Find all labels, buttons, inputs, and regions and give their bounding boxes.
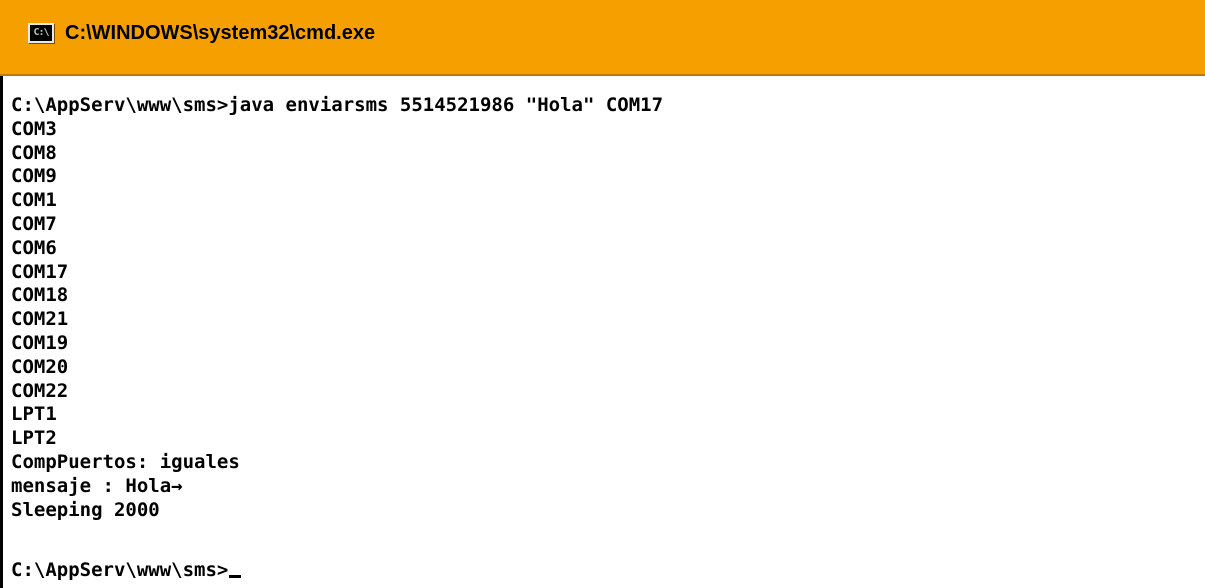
cmd-icon[interactable]: C:\ <box>28 23 54 43</box>
output-line: COM3 <box>11 117 57 140</box>
output-line: mensaje : Hola→ <box>11 474 183 497</box>
title-bar[interactable]: C:\ C:\WINDOWS\system32\cmd.exe <box>0 0 1205 76</box>
command-prompt[interactable]: C:\AppServ\www\sms> <box>11 558 242 582</box>
output-line: Sleeping 2000 <box>11 498 160 521</box>
output-line: COM1 <box>11 189 57 212</box>
output-line: COM20 <box>11 355 69 378</box>
output-line: CompPuertos: iguales <box>11 450 240 473</box>
output-line: COM8 <box>11 141 57 164</box>
cmd-window: C:\ C:\WINDOWS\system32\cmd.exe C:\AppSe… <box>0 0 1205 588</box>
output-line: COM21 <box>11 308 69 331</box>
window-title: C:\WINDOWS\system32\cmd.exe <box>65 21 376 44</box>
output-line: COM6 <box>11 236 57 259</box>
output-line: COM19 <box>11 331 69 354</box>
prompt-text: C:\AppServ\www\sms> <box>11 559 229 581</box>
text-cursor <box>229 575 242 578</box>
output-line: COM22 <box>11 379 69 402</box>
output-line: COM7 <box>11 212 57 235</box>
console-output-area[interactable]: C:\AppServ\www\sms>java enviarsms 551452… <box>0 76 1205 588</box>
output-line: COM18 <box>11 284 69 307</box>
output-line: LPT1 <box>11 403 57 426</box>
cmd-icon-glyph: C:\ <box>33 27 49 38</box>
output-line: LPT2 <box>11 427 57 450</box>
output-line: COM9 <box>11 165 57 188</box>
command-line: C:\AppServ\www\sms>java enviarsms 551452… <box>11 94 664 116</box>
output-line: COM17 <box>11 260 69 283</box>
console-lines: C:\AppServ\www\sms>java enviarsms 551452… <box>11 94 663 522</box>
